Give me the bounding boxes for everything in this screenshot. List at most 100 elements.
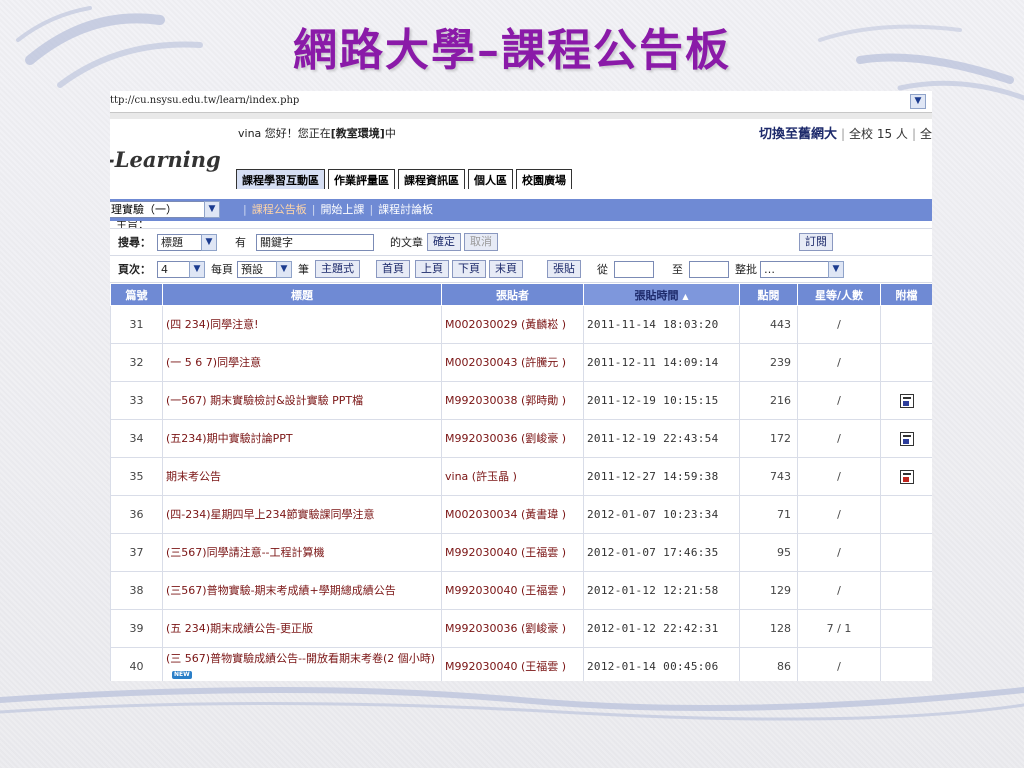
table-row[interactable]: 33 (一567) 期末實驗檢討&設計實驗 PPT檔 M992030038 (郭時勛…: [110, 381, 932, 420]
elearning-logo[interactable]: -Learning: [110, 147, 221, 172]
cell-rating: /: [797, 533, 881, 572]
col-header-attach[interactable]: 附檔: [880, 283, 932, 306]
table-row[interactable]: 40 (三 567)普物實驗成績公告--開放看期末考卷(2 個小時) NEW M992…: [110, 647, 932, 681]
cell-poster[interactable]: M992030036 (劉峻豪 ): [441, 419, 584, 458]
document-file-icon[interactable]: [899, 431, 914, 446]
chevron-down-icon[interactable]: ▼: [189, 260, 205, 278]
cell-no: 32: [110, 343, 163, 382]
prev-page-button[interactable]: 上頁: [415, 260, 449, 278]
cell-attach[interactable]: [880, 381, 932, 420]
table-row[interactable]: 38 (三567)普物實驗-期末考成績+學期總成績公告 M992030040 (王福…: [110, 571, 932, 610]
paste-button[interactable]: 張貼: [547, 260, 581, 278]
chevron-down-icon[interactable]: ▼: [828, 260, 844, 278]
keyword-input[interactable]: 關鍵字: [256, 233, 374, 251]
url-dropdown-icon[interactable]: ▼: [910, 94, 926, 109]
link-start-class[interactable]: 開始上課: [320, 203, 364, 216]
table-row[interactable]: 39 (五 234)期末成績公告-更正版 M992030036 (劉峻豪 ) 2012…: [110, 609, 932, 648]
link-announcements[interactable]: 課程公告板: [252, 203, 307, 216]
tab-personal[interactable]: 個人區: [468, 169, 513, 189]
announcement-title-link[interactable]: (五 234)期末成績公告-更正版: [166, 622, 313, 635]
col-header-rating[interactable]: 星等/人數: [797, 283, 881, 306]
chevron-down-icon[interactable]: ▼: [201, 233, 217, 251]
tab-course-interaction[interactable]: 課程學習互動區: [236, 169, 325, 189]
search-field-select[interactable]: 標題 ▼: [157, 233, 217, 251]
document-file-icon[interactable]: [899, 393, 914, 408]
cell-title[interactable]: (三567)普物實驗-期末考成績+學期總成績公告: [162, 571, 442, 610]
announcement-title-link[interactable]: (一 5 6 7)同學注意: [166, 356, 261, 369]
table-row[interactable]: 31 (四 234)同學注意! M002030029 (黃麟崧 ) 2011-11-1…: [110, 305, 932, 344]
cell-title[interactable]: (三 567)普物實驗成績公告--開放看期末考卷(2 個小時) NEW: [162, 647, 442, 681]
confirm-button[interactable]: 確定: [427, 233, 461, 251]
col-header-time[interactable]: 張貼時間 ▲: [583, 283, 740, 306]
cell-poster[interactable]: M992030038 (郭時勛 ): [441, 381, 584, 420]
cell-title[interactable]: (五 234)期末成績公告-更正版: [162, 609, 442, 648]
cell-poster[interactable]: M992030036 (劉峻豪 ): [441, 609, 584, 648]
tab-assignment[interactable]: 作業評量區: [328, 169, 395, 189]
cell-rating: 7 / 1: [797, 609, 881, 648]
col-header-views[interactable]: 點閱: [739, 283, 798, 306]
cell-title[interactable]: (一567) 期末實驗檢討&設計實驗 PPT檔: [162, 381, 442, 420]
cell-time: 2011-12-19 10:15:15: [583, 381, 740, 420]
pager-top: 頁次： 4 ▼ 每頁 預設 ▼ 筆 主題式 首頁 上頁 下頁 末頁 張貼 從 至 整…: [110, 256, 932, 283]
col-header-title[interactable]: 標題: [162, 283, 442, 306]
online-count[interactable]: 全校 15 人: [849, 127, 908, 141]
cell-rating: /: [797, 343, 881, 382]
tab-course-info[interactable]: 課程資訊區: [398, 169, 465, 189]
slide-title: 網路大學–課程公告板: [293, 25, 731, 76]
cancel-button[interactable]: 取消: [464, 233, 498, 251]
batch-select[interactable]: … ▼: [760, 260, 844, 278]
per-page-select[interactable]: 預設 ▼: [237, 260, 292, 278]
table-row[interactable]: 34 (五234)期中實驗討論PPT M992030036 (劉峻豪 ) 2011-1…: [110, 419, 932, 458]
cell-poster[interactable]: M002030034 (黃書瑋 ): [441, 495, 584, 534]
announcement-title-link[interactable]: (五234)期中實驗討論PPT: [166, 432, 293, 445]
table-row[interactable]: 35 期末考公告 vina (許玉晶 ) 2011-12-27 14:59:38 743…: [110, 457, 932, 496]
subscribe-button[interactable]: 訂閱: [799, 233, 833, 251]
announcement-title-link[interactable]: (四-234)星期四早上234節實驗課同學注意: [166, 508, 375, 521]
cell-attach: [880, 609, 932, 648]
cell-poster[interactable]: M992030040 (王福雲 ): [441, 533, 584, 572]
from-input[interactable]: [614, 260, 654, 278]
cell-views: 129: [739, 571, 798, 610]
page-select[interactable]: 4 ▼: [157, 260, 205, 278]
course-select[interactable]: 理實驗（一） ▼: [110, 201, 220, 218]
cell-poster[interactable]: M002030043 (許騰元 ): [441, 343, 584, 382]
next-page-button[interactable]: 下頁: [452, 260, 486, 278]
table-row[interactable]: 36 (四-234)星期四早上234節實驗課同學注意 M002030034 (黃書瑋…: [110, 495, 932, 534]
table-row[interactable]: 37 (三567)同學請注意--工程計算機 M992030040 (王福雲 ) 201…: [110, 533, 932, 572]
cell-poster[interactable]: M992030040 (王福雲 ): [441, 647, 584, 681]
link-discussion[interactable]: 課程討論板: [378, 203, 433, 216]
thread-mode-button[interactable]: 主題式: [315, 260, 360, 278]
first-page-button[interactable]: 首頁: [376, 260, 410, 278]
cell-title[interactable]: (四-234)星期四早上234節實驗課同學注意: [162, 495, 442, 534]
cell-no: 40: [110, 647, 163, 681]
tab-campus[interactable]: 校園廣場: [516, 169, 572, 189]
announcement-title-link[interactable]: (三 567)普物實驗成績公告--開放看期末考卷(2 個小時): [166, 652, 435, 665]
cell-attach[interactable]: [880, 457, 932, 496]
announcement-title-link[interactable]: 期末考公告: [166, 470, 221, 483]
announcement-title-link[interactable]: (三567)普物實驗-期末考成績+學期總成績公告: [166, 584, 396, 597]
table-row[interactable]: 32 (一 5 6 7)同學注意 M002030043 (許騰元 ) 2011-12-…: [110, 343, 932, 382]
announcement-title-link[interactable]: (一567) 期末實驗檢討&設計實驗 PPT檔: [166, 394, 363, 407]
address-bar[interactable]: ttp://cu.nsysu.edu.tw/learn/index.php ▼: [110, 91, 932, 113]
cell-title[interactable]: 期末考公告: [162, 457, 442, 496]
announcement-title-link[interactable]: (三567)同學請注意--工程計算機: [166, 546, 325, 559]
cell-poster[interactable]: M992030040 (王福雲 ): [441, 571, 584, 610]
cell-attach: [880, 305, 932, 344]
cell-poster[interactable]: vina (許玉晶 ): [441, 457, 584, 496]
cell-time: 2012-01-14 00:45:06: [583, 647, 740, 681]
cell-poster[interactable]: M002030029 (黃麟崧 ): [441, 305, 584, 344]
to-input[interactable]: [689, 260, 729, 278]
col-header-poster[interactable]: 張貼者: [441, 283, 584, 306]
cell-title[interactable]: (一 5 6 7)同學注意: [162, 343, 442, 382]
col-header-no[interactable]: 篇號: [110, 283, 163, 306]
cell-attach[interactable]: [880, 419, 932, 458]
cell-title[interactable]: (三567)同學請注意--工程計算機: [162, 533, 442, 572]
last-page-button[interactable]: 末頁: [489, 260, 523, 278]
announcement-title-link[interactable]: (四 234)同學注意!: [166, 318, 259, 331]
cell-title[interactable]: (五234)期中實驗討論PPT: [162, 419, 442, 458]
chevron-down-icon[interactable]: ▼: [276, 260, 292, 278]
pdf-file-icon[interactable]: [899, 469, 914, 484]
switch-old-site-link[interactable]: 切換至舊網大: [759, 127, 837, 142]
cell-title[interactable]: (四 234)同學注意!: [162, 305, 442, 344]
chevron-down-icon[interactable]: ▼: [204, 201, 220, 218]
